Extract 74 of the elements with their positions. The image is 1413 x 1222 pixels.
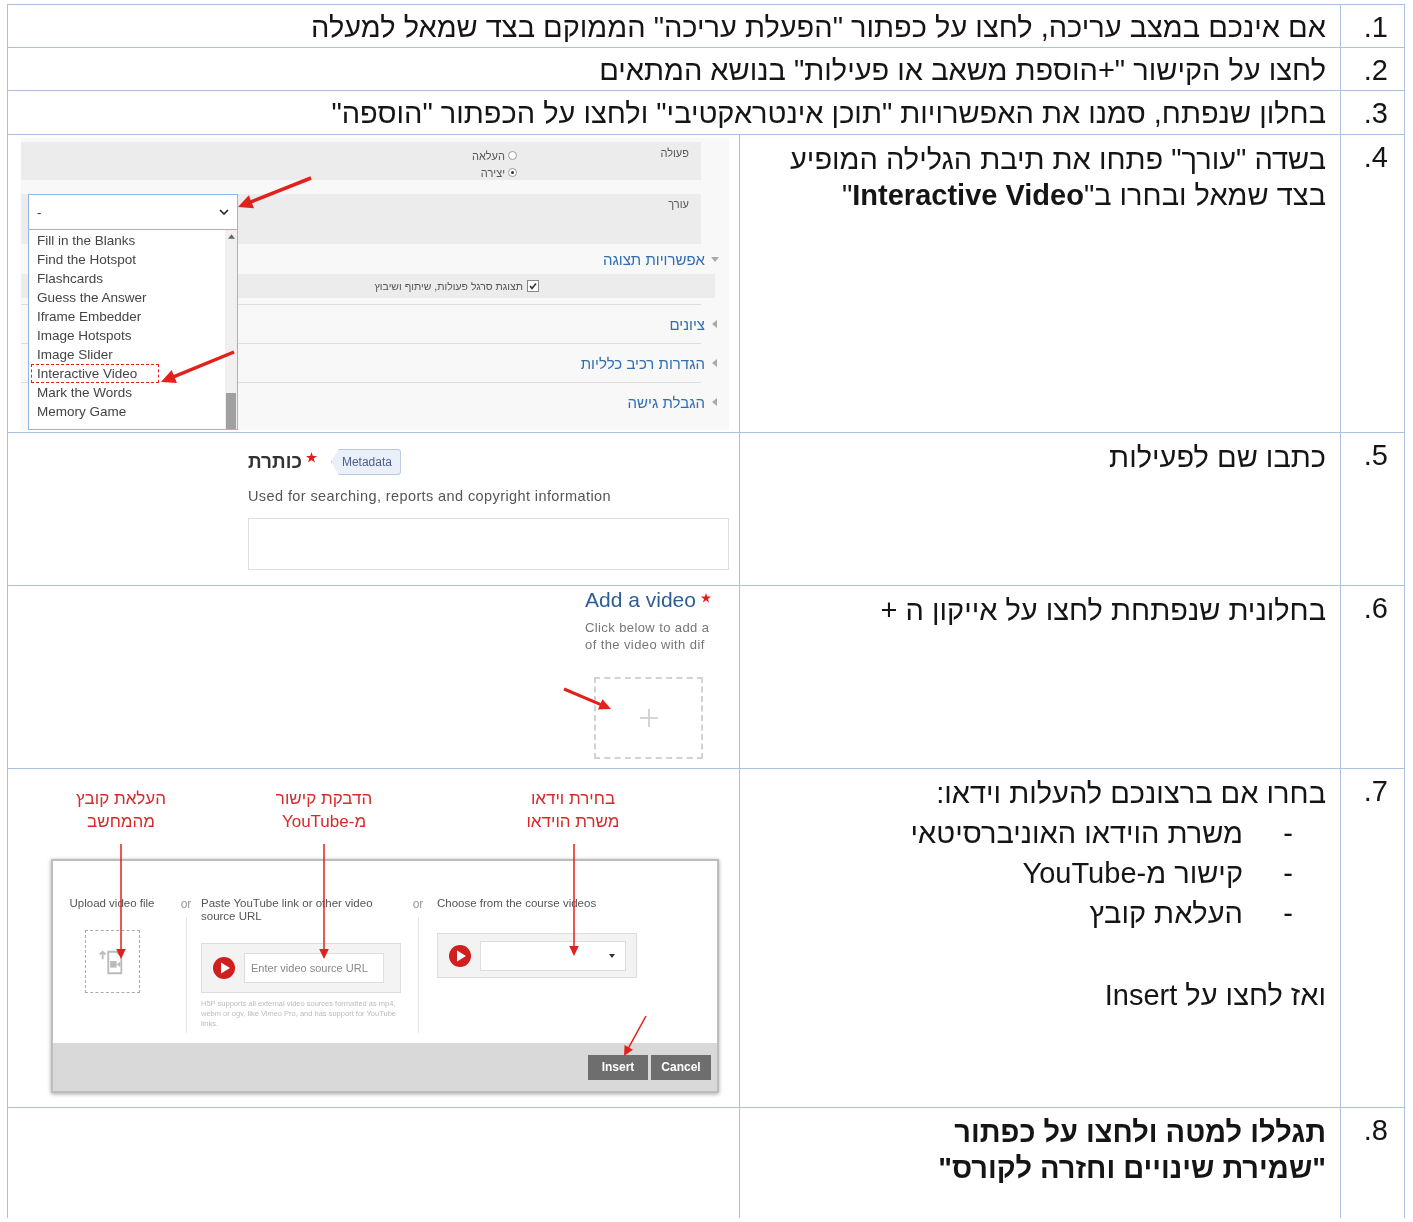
step-text: לחצו על הקישור "+הוספת משאב או פעילות" בנושא המתאים	[8, 48, 1340, 90]
dropdown-option[interactable]: Interactive Video	[31, 364, 159, 383]
pointer-arrow	[624, 1015, 647, 1056]
scroll-thumb[interactable]	[226, 393, 236, 429]
dialog-button[interactable]: Cancel	[651, 1054, 711, 1080]
pointer-arrow	[563, 687, 611, 710]
dropdown-option[interactable]: Flashcards	[31, 269, 151, 288]
chevron-icon	[219, 209, 229, 215]
step-number: 6.	[1341, 586, 1404, 768]
dropdown-option[interactable]: Image Hotspots	[31, 326, 151, 345]
input-field[interactable]	[248, 518, 729, 570]
step-number: 4.	[1341, 135, 1404, 432]
scroll-up-arrow-icon[interactable]	[227, 234, 235, 239]
dropdown-option[interactable]: Find the Hotspot	[31, 250, 151, 269]
dropdown-option[interactable]: Fill in the Blanks	[31, 231, 151, 250]
caret-icon[interactable]	[711, 359, 719, 367]
field-label: פעולה	[659, 147, 689, 161]
dropdown-option[interactable]: Iframe Embedder	[31, 307, 151, 326]
field-label: כותרת	[248, 451, 302, 473]
dropdown-option[interactable]: Image Slider	[31, 345, 151, 364]
step-number: 2.	[1341, 48, 1404, 90]
bullet-marker: -	[1282, 896, 1293, 931]
dropdown-option[interactable]: Guess the Answer	[31, 288, 151, 307]
caret-icon[interactable]	[711, 320, 719, 328]
step-text: ואז לחצו על Insert	[1103, 978, 1327, 1013]
plus-icon	[638, 708, 659, 728]
scrollbar[interactable]	[225, 230, 237, 429]
separator-text: or	[180, 897, 192, 911]
section-heading: Add a video	[585, 588, 696, 612]
step-text: כתבו שם לפעילות	[1108, 440, 1327, 475]
video-select[interactable]	[480, 940, 626, 971]
step-number: 1.	[1341, 5, 1404, 47]
caret-icon[interactable]	[711, 398, 719, 406]
caret-icon[interactable]	[711, 255, 719, 263]
select-field[interactable]: -	[28, 194, 238, 230]
section-link[interactable]: הגדרות רכיב כלליות	[580, 354, 705, 372]
radio-button[interactable]	[508, 168, 517, 177]
dialog-button[interactable]: Insert	[588, 1054, 648, 1080]
annotation-text: בחירת וידאו משרת הוידאו	[525, 788, 621, 833]
radio-label: יצירה	[480, 166, 505, 179]
step-number: 7.	[1341, 769, 1404, 1107]
annotation-text: הדבקת קישור מ-YouTube	[274, 788, 374, 833]
radio-label: העלאה	[471, 149, 505, 162]
step-text: אם אינכם במצב עריכה, לחצו על כפתור "הפעלת עריכה" הממוקם בצד שמאל למעלה	[8, 5, 1340, 47]
step-number: 5.	[1341, 433, 1404, 585]
play-icon	[212, 956, 236, 980]
dropdown-option[interactable]: Mark the Words	[31, 383, 151, 402]
radio-button[interactable]	[508, 151, 517, 160]
step-text: בחרו אם ברצונכם להעלות וידאו:	[935, 776, 1327, 811]
bullet-marker: -	[1282, 816, 1293, 851]
annotation-text: העלאת קובץ מהמחשב	[75, 788, 167, 833]
bullet-marker: -	[1282, 856, 1293, 891]
step-text: בחלון שנפתח, סמנו את האפשרויות "תוכן אינטראקטיבי" ולחצו על הכפתור "הוספה"	[8, 91, 1340, 134]
step-text: בחלונית שנפתחת לחצו על אייקון ה +	[879, 593, 1327, 628]
field-description: Used for searching, reports and copyright information	[248, 488, 612, 504]
step-number: 3.	[1341, 91, 1404, 134]
separator-text: or	[412, 897, 424, 911]
checkbox-label: תצוגת סרגל פעולות, שיתוף ושיבוץ	[374, 280, 523, 292]
bullet-text: העלאת קובץ	[1089, 896, 1243, 931]
section-link[interactable]: ציונים	[669, 315, 705, 333]
step-text: תגללו למטה ולחצו על כפתור "שמירת שינויים וחזרה לקורס"	[937, 1115, 1327, 1186]
caret-icon	[609, 953, 615, 958]
section-description: Click below to add a of the video with dif	[585, 619, 711, 653]
metadata-button[interactable]: Metadata	[330, 449, 401, 475]
dropdown-option[interactable]: Memory Game	[31, 402, 151, 421]
step-number: 8.	[1341, 1108, 1404, 1218]
play-icon	[448, 943, 472, 968]
checkbox[interactable]	[527, 280, 539, 292]
url-input[interactable]: Enter video source URL	[244, 953, 384, 983]
field-label: עורך	[667, 198, 689, 212]
section-link[interactable]: אפשרויות תצוגה	[602, 250, 705, 268]
section-link[interactable]: הגבלת גישה	[627, 393, 705, 411]
bullet-text: משרת הוידאו האוניברסיטאי	[910, 816, 1243, 851]
bullet-text: קישור מ-YouTube	[1022, 856, 1243, 891]
